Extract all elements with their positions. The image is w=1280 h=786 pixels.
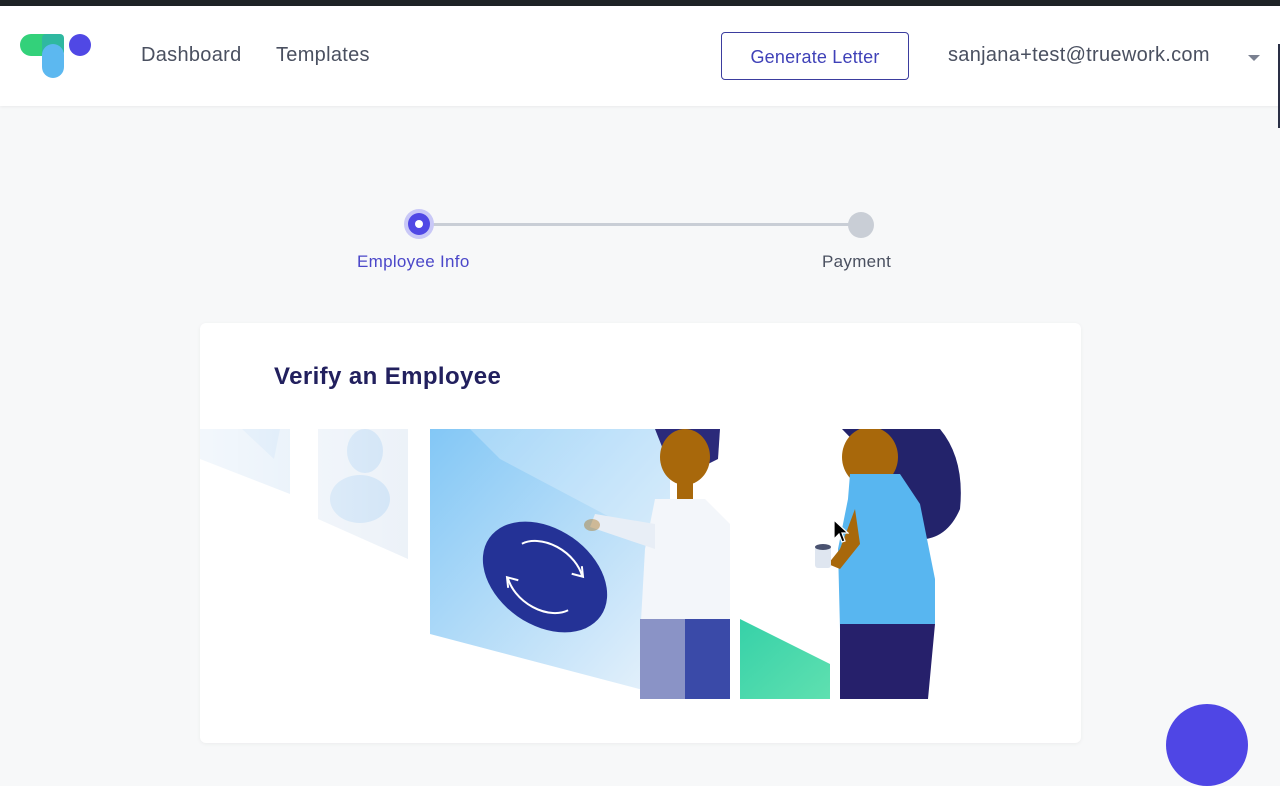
step-dot-employee-info[interactable]	[404, 209, 434, 239]
step-dot-core	[415, 220, 423, 228]
generate-letter-button[interactable]: Generate Letter	[721, 32, 909, 80]
verify-employee-card: Verify an Employee	[200, 323, 1081, 743]
step-label-employee-info[interactable]: Employee Info	[357, 252, 470, 272]
cursor-icon	[833, 519, 849, 543]
truework-logo-icon[interactable]	[18, 32, 94, 82]
top-navbar: Dashboard Templates Generate Letter sanj…	[0, 6, 1280, 106]
card-title: Verify an Employee	[274, 363, 502, 390]
green-block	[740, 619, 830, 699]
verification-illustration	[200, 429, 961, 699]
chat-icon[interactable]	[1166, 704, 1248, 786]
nav-link-dashboard[interactable]: Dashboard	[141, 44, 242, 67]
nav-link-templates[interactable]: Templates	[276, 44, 370, 67]
step-label-payment[interactable]: Payment	[822, 252, 891, 272]
step-dot-payment[interactable]	[848, 212, 874, 238]
woman-figure	[815, 429, 961, 699]
user-menu[interactable]: sanjana+test@truework.com	[948, 44, 1210, 67]
stepper-track	[419, 223, 861, 226]
chevron-down-icon[interactable]	[1248, 55, 1260, 61]
